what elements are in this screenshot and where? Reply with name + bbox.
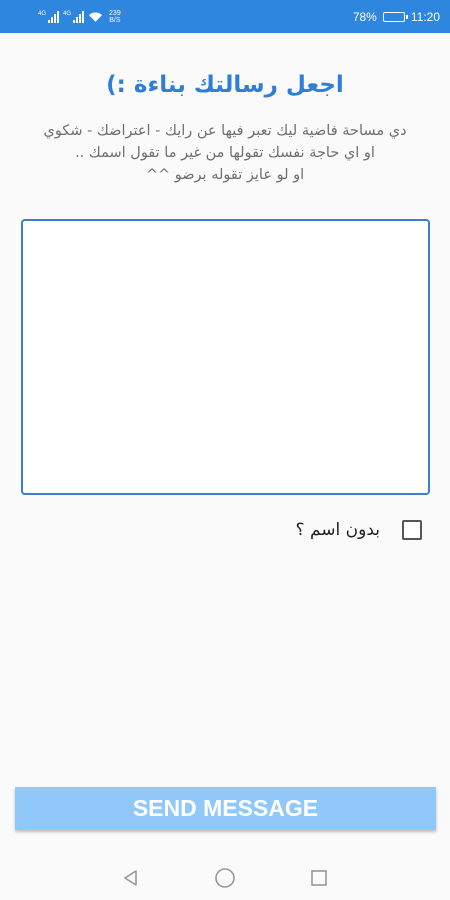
battery-percent: 78% (352, 9, 377, 24)
message-input[interactable] (21, 219, 430, 495)
network-speed-value: 239 (109, 9, 121, 17)
navigation-bar (0, 856, 450, 900)
anonymous-option[interactable]: بدون اسم ؟ (296, 520, 422, 540)
description-line: دي مساحة فاضية ليك تعبر فيها عن رايك - ا… (43, 123, 407, 139)
anonymous-checkbox[interactable] (402, 520, 422, 540)
description-line: او لو عايز تقوله برضو ^^ (145, 167, 305, 183)
page-title: اجعل رسالتك بناءة :) (106, 72, 344, 98)
home-button[interactable] (213, 866, 237, 890)
status-bar: 4G 4G 239 B/S 78% 11:20 (0, 0, 450, 33)
cellular-signal-icon: 4G (63, 10, 85, 23)
network-speed: 239 B/S (109, 10, 121, 24)
wifi-icon (88, 11, 103, 22)
home-icon (215, 868, 235, 888)
page-description: دي مساحة فاضية ليك تعبر فيها عن رايك - ا… (4, 120, 446, 186)
clock: 11:20 (410, 9, 440, 24)
anonymous-label: بدون اسم ؟ (295, 520, 380, 540)
signal-type-label: 4G (38, 10, 47, 17)
recents-button[interactable] (307, 866, 331, 890)
recents-icon (311, 870, 327, 886)
send-message-button[interactable]: SEND MESSAGE (15, 787, 436, 830)
battery-icon (382, 11, 408, 22)
description-line: او اي حاجة نفسك تقولها من غير ما تقول اس… (75, 145, 375, 161)
back-button[interactable] (119, 866, 143, 890)
signal-type-label: 4G (63, 10, 72, 17)
cellular-signal-icon: 4G (38, 10, 60, 23)
status-bar-left: 4G 4G 239 B/S (38, 10, 121, 24)
back-icon (124, 870, 137, 886)
status-bar-right: 78% 11:20 (353, 10, 440, 24)
network-speed-unit: B/S (109, 16, 121, 24)
